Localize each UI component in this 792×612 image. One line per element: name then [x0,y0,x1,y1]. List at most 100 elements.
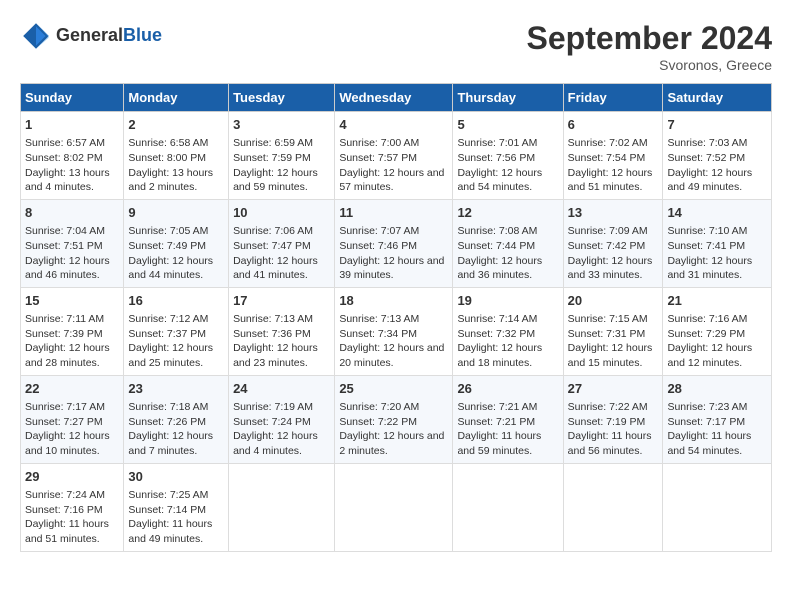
col-monday: Monday [124,84,229,112]
day-number: 28 [667,380,767,398]
table-row: 23Sunrise: 7:18 AMSunset: 7:26 PMDayligh… [124,375,229,463]
cell-content: Sunrise: 7:00 AMSunset: 7:57 PMDaylight:… [339,136,448,195]
day-number: 27 [568,380,659,398]
day-number: 25 [339,380,448,398]
week-row-5: 29 Sunrise: 7:24 AMSunset: 7:16 PMDayligh… [21,463,772,551]
logo-text: GeneralBlue [56,26,162,46]
week-row-2: 8 Sunrise: 7:04 AMSunset: 7:51 PMDaylight… [21,199,772,287]
table-row: 3 Sunrise: 6:59 AMSunset: 7:59 PMDaylight… [229,112,335,200]
table-row: 4 Sunrise: 7:00 AMSunset: 7:57 PMDaylight… [335,112,453,200]
cell-content: Sunrise: 7:17 AMSunset: 7:27 PMDaylight:… [25,400,119,459]
col-thursday: Thursday [453,84,563,112]
day-number: 14 [667,204,767,222]
day-number: 16 [128,292,224,310]
day-number: 15 [25,292,119,310]
day-number: 1 [25,116,119,134]
day-number: 17 [233,292,330,310]
logo: GeneralBlue [20,20,162,52]
table-row: 30Sunrise: 7:25 AMSunset: 7:14 PMDayligh… [124,463,229,551]
table-row: 21 Sunrise: 7:16 AMSunset: 7:29 PMDayligh… [663,287,772,375]
cell-content: Sunrise: 7:15 AMSunset: 7:31 PMDaylight:… [568,312,659,371]
col-tuesday: Tuesday [229,84,335,112]
cell-content: Sunrise: 7:24 AMSunset: 7:16 PMDaylight:… [25,488,119,547]
cell-content: Sunrise: 7:20 AMSunset: 7:22 PMDaylight:… [339,400,448,459]
day-number: 13 [568,204,659,222]
day-number: 9 [128,204,224,222]
cell-content: Sunrise: 6:58 AMSunset: 8:00 PMDaylight:… [128,136,224,195]
calendar-table: Sunday Monday Tuesday Wednesday Thursday… [20,83,772,552]
table-row [453,463,563,551]
cell-content: Sunrise: 6:59 AMSunset: 7:59 PMDaylight:… [233,136,330,195]
table-row [229,463,335,551]
cell-content: Sunrise: 7:16 AMSunset: 7:29 PMDaylight:… [667,312,767,371]
cell-content: Sunrise: 7:25 AMSunset: 7:14 PMDaylight:… [128,488,224,547]
week-row-3: 15 Sunrise: 7:11 AMSunset: 7:39 PMDayligh… [21,287,772,375]
cell-content: Sunrise: 7:21 AMSunset: 7:21 PMDaylight:… [457,400,558,459]
day-number: 23 [128,380,224,398]
day-number: 10 [233,204,330,222]
page-header: GeneralBlue September 2024 Svoronos, Gre… [20,20,772,73]
location: Svoronos, Greece [527,57,772,73]
table-row: 10Sunrise: 7:06 AMSunset: 7:47 PMDayligh… [229,199,335,287]
cell-content: Sunrise: 7:02 AMSunset: 7:54 PMDaylight:… [568,136,659,195]
table-row: 6Sunrise: 7:02 AMSunset: 7:54 PMDaylight… [563,112,663,200]
cell-content: Sunrise: 7:13 AMSunset: 7:36 PMDaylight:… [233,312,330,371]
day-number: 7 [667,116,767,134]
table-row: 1Sunrise: 6:57 AMSunset: 8:02 PMDaylight… [21,112,124,200]
cell-content: Sunrise: 7:12 AMSunset: 7:37 PMDaylight:… [128,312,224,371]
table-row: 18 Sunrise: 7:13 AMSunset: 7:34 PMDayligh… [335,287,453,375]
table-row [335,463,453,551]
col-saturday: Saturday [663,84,772,112]
day-number: 5 [457,116,558,134]
cell-content: Sunrise: 7:14 AMSunset: 7:32 PMDaylight:… [457,312,558,371]
col-friday: Friday [563,84,663,112]
day-number: 18 [339,292,448,310]
cell-content: Sunrise: 7:11 AMSunset: 7:39 PMDaylight:… [25,312,119,371]
table-row: 28 Sunrise: 7:23 AMSunset: 7:17 PMDayligh… [663,375,772,463]
cell-content: Sunrise: 7:22 AMSunset: 7:19 PMDaylight:… [568,400,659,459]
cell-content: Sunrise: 7:07 AMSunset: 7:46 PMDaylight:… [339,224,448,283]
cell-content: Sunrise: 7:10 AMSunset: 7:41 PMDaylight:… [667,224,767,283]
table-row: 16 Sunrise: 7:12 AMSunset: 7:37 PMDayligh… [124,287,229,375]
cell-content: Sunrise: 7:23 AMSunset: 7:17 PMDaylight:… [667,400,767,459]
table-row: 25 Sunrise: 7:20 AMSunset: 7:22 PMDayligh… [335,375,453,463]
table-row: 27 Sunrise: 7:22 AMSunset: 7:19 PMDayligh… [563,375,663,463]
day-number: 20 [568,292,659,310]
day-number: 12 [457,204,558,222]
table-row: 20 Sunrise: 7:15 AMSunset: 7:31 PMDayligh… [563,287,663,375]
table-row: 11Sunrise: 7:07 AMSunset: 7:46 PMDayligh… [335,199,453,287]
day-number: 4 [339,116,448,134]
day-number: 29 [25,468,119,486]
cell-content: Sunrise: 7:19 AMSunset: 7:24 PMDaylight:… [233,400,330,459]
col-sunday: Sunday [21,84,124,112]
table-row: 29 Sunrise: 7:24 AMSunset: 7:16 PMDayligh… [21,463,124,551]
col-wednesday: Wednesday [335,84,453,112]
table-row: 13 Sunrise: 7:09 AMSunset: 7:42 PMDayligh… [563,199,663,287]
day-number: 22 [25,380,119,398]
day-number: 24 [233,380,330,398]
cell-content: Sunrise: 7:04 AMSunset: 7:51 PMDaylight:… [25,224,119,283]
day-number: 3 [233,116,330,134]
table-row: 7Sunrise: 7:03 AMSunset: 7:52 PMDaylight… [663,112,772,200]
table-row: 26Sunrise: 7:21 AMSunset: 7:21 PMDayligh… [453,375,563,463]
table-row: 22 Sunrise: 7:17 AMSunset: 7:27 PMDayligh… [21,375,124,463]
cell-content: Sunrise: 7:13 AMSunset: 7:34 PMDaylight:… [339,312,448,371]
table-row: 17 Sunrise: 7:13 AMSunset: 7:36 PMDayligh… [229,287,335,375]
cell-content: Sunrise: 7:09 AMSunset: 7:42 PMDaylight:… [568,224,659,283]
month-title: September 2024 [527,20,772,57]
table-row [663,463,772,551]
table-row [563,463,663,551]
table-row: 8 Sunrise: 7:04 AMSunset: 7:51 PMDaylight… [21,199,124,287]
table-row: 19 Sunrise: 7:14 AMSunset: 7:32 PMDayligh… [453,287,563,375]
day-number: 8 [25,204,119,222]
logo-blue: Blue [123,25,162,45]
table-row: 9Sunrise: 7:05 AMSunset: 7:49 PMDaylight… [124,199,229,287]
table-row: 5Sunrise: 7:01 AMSunset: 7:56 PMDaylight… [453,112,563,200]
day-number: 2 [128,116,224,134]
day-number: 19 [457,292,558,310]
table-row: 2 Sunrise: 6:58 AMSunset: 8:00 PMDaylight… [124,112,229,200]
table-row: 14 Sunrise: 7:10 AMSunset: 7:41 PMDayligh… [663,199,772,287]
logo-general: General [56,25,123,45]
week-row-4: 22 Sunrise: 7:17 AMSunset: 7:27 PMDayligh… [21,375,772,463]
day-number: 21 [667,292,767,310]
